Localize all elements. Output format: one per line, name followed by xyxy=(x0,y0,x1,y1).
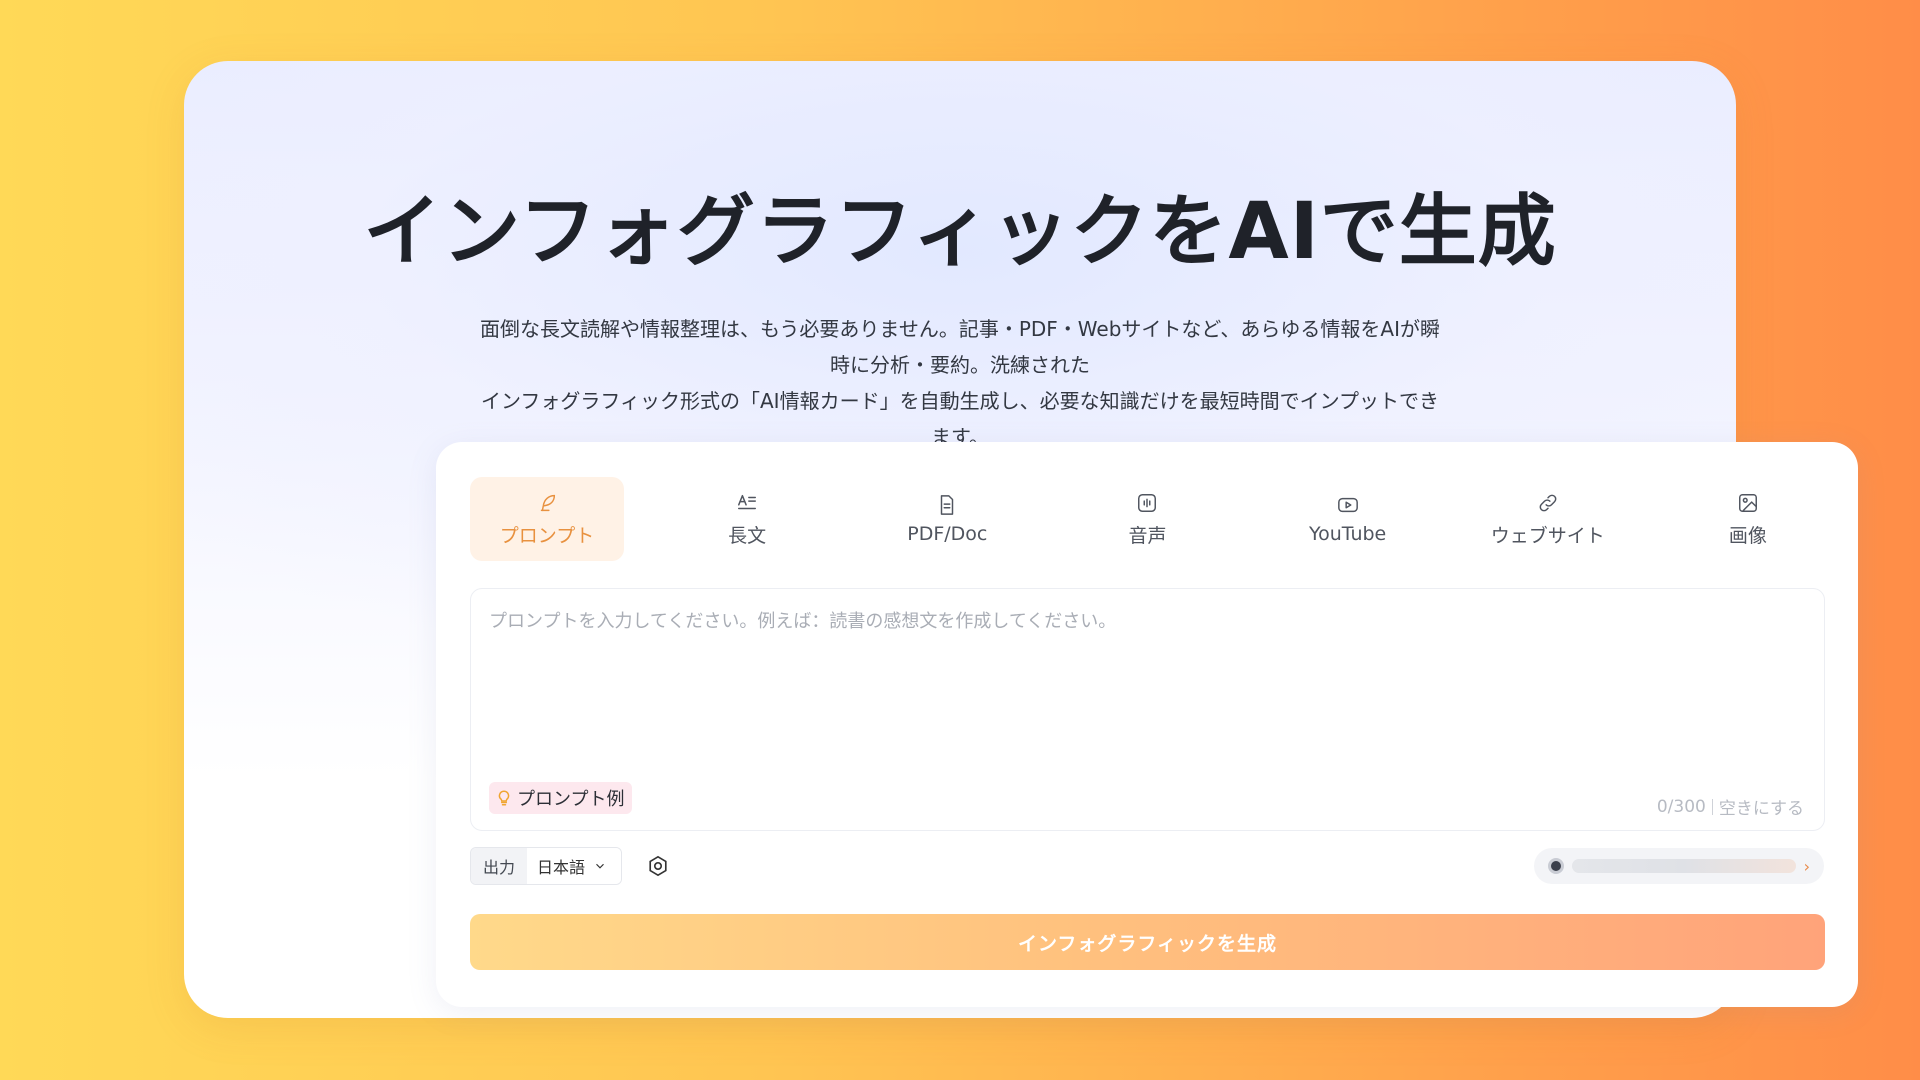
prompt-example-label: プロンプト例 xyxy=(517,789,625,810)
language-dropdown[interactable]: 日本語 xyxy=(527,848,622,884)
main-card: インフォグラフィックをAIで生成 面倒な長文読解や情報整理は、もう必要ありません… xyxy=(184,61,1858,1018)
output-language-select: 出力 日本語 xyxy=(470,847,623,885)
lightbulb-icon xyxy=(495,788,513,808)
generator-panel: プロンプト 長文 PDF/Doc 音声 YouTube ウェブサイト 画像 プロ… xyxy=(436,442,1858,1007)
text-lines-icon xyxy=(735,491,759,515)
page-title: インフォグラフィックをAIで生成 xyxy=(363,187,1557,277)
audio-icon xyxy=(1135,491,1159,515)
clear-button[interactable]: 空きにする xyxy=(1719,794,1804,819)
model-avatar xyxy=(1548,858,1564,874)
prompt-example-button[interactable]: プロンプト例 xyxy=(489,782,633,814)
prompt-box: プロンプト例 0/300 空きにする xyxy=(470,588,1825,831)
language-value: 日本語 xyxy=(537,858,586,877)
page-description: 面倒な長文読解や情報整理は、もう必要ありません。記事・PDF・Webサイトなど、… xyxy=(474,311,1446,455)
play-icon xyxy=(1336,493,1360,517)
model-selector[interactable]: › xyxy=(1534,848,1824,884)
tab-youtube[interactable]: YouTube xyxy=(1271,477,1425,561)
tab-audio[interactable]: 音声 xyxy=(1070,477,1224,561)
model-name-blurred xyxy=(1572,859,1796,873)
input-type-tabs: プロンプト 長文 PDF/Doc 音声 YouTube ウェブサイト 画像 xyxy=(470,477,1825,561)
output-options: 出力 日本語 xyxy=(470,847,670,885)
settings-icon[interactable] xyxy=(646,854,670,878)
tab-image[interactable]: 画像 xyxy=(1671,477,1825,561)
document-icon xyxy=(935,493,959,517)
tab-label: YouTube xyxy=(1308,523,1387,545)
divider xyxy=(1711,798,1713,815)
tab-label: 画像 xyxy=(1728,524,1767,547)
char-counter-area: 0/300 空きにする xyxy=(1656,794,1804,820)
tab-label: 音声 xyxy=(1128,524,1167,547)
image-icon xyxy=(1736,491,1760,515)
description-line-1: 面倒な長文読解や情報整理は、もう必要ありません。記事・PDF・Webサイトなど、… xyxy=(480,317,1440,377)
tab-label: PDF/Doc xyxy=(907,523,988,545)
tab-prompt[interactable]: プロンプト xyxy=(470,477,624,561)
tab-website[interactable]: ウェブサイト xyxy=(1471,477,1625,561)
tab-label: 長文 xyxy=(728,524,767,547)
tab-pdf-doc[interactable]: PDF/Doc xyxy=(870,477,1024,561)
chevron-down-icon xyxy=(596,863,604,869)
tab-long-text[interactable]: 長文 xyxy=(670,477,824,561)
tab-label: プロンプト xyxy=(499,524,595,547)
output-label: 出力 xyxy=(471,848,528,884)
tab-label: ウェブサイト xyxy=(1490,524,1605,547)
generate-button[interactable]: インフォグラフィックを生成 xyxy=(470,914,1825,970)
feather-icon xyxy=(535,491,559,515)
char-count: 0/300 xyxy=(1656,796,1706,817)
prompt-input[interactable] xyxy=(489,607,1799,757)
link-icon xyxy=(1536,491,1560,515)
chevron-right-icon: › xyxy=(1803,856,1810,876)
